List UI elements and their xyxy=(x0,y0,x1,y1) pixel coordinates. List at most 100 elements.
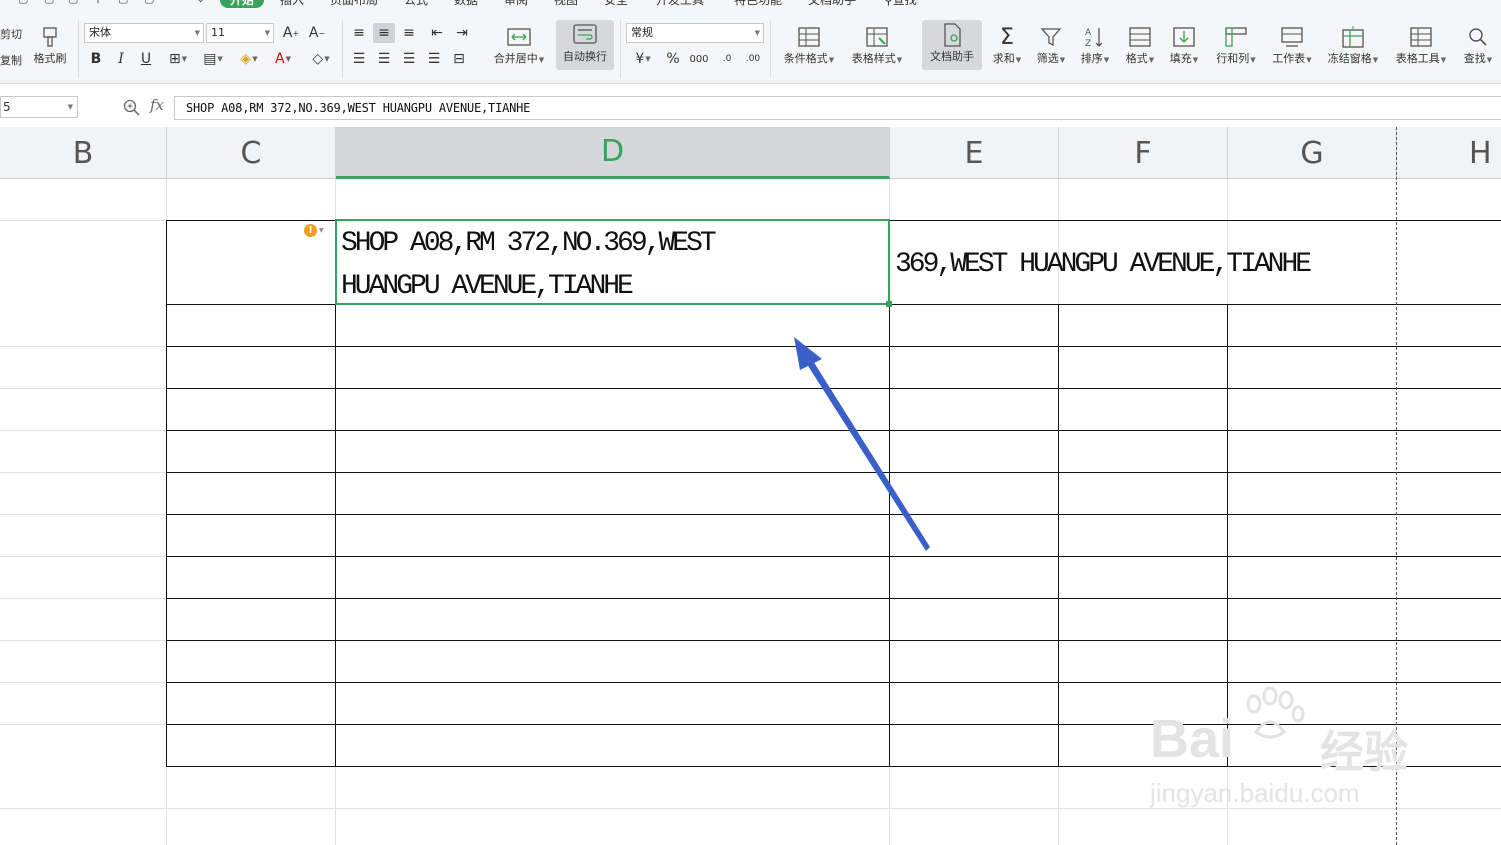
menu-bar: ▢ ▢ ▢ ⚲ ▢ ▢ ↶ ⌄ 开始 插入 页面布局 公式 数据 审阅 视图 安… xyxy=(0,0,1501,8)
print-icon[interactable]: ▢ xyxy=(118,0,128,5)
align-top-icon[interactable]: ≡ xyxy=(348,23,370,43)
wrap-text-icon xyxy=(572,20,598,50)
fill-icon xyxy=(1172,22,1196,52)
sort-icon: AZ xyxy=(1084,22,1106,52)
undo-icon[interactable]: ↶ xyxy=(170,0,179,5)
fill-color-icon[interactable]: ◈ ▼ xyxy=(234,49,264,69)
freeze-panes-icon xyxy=(1341,22,1365,52)
italic-icon[interactable]: I xyxy=(110,49,132,69)
tab-security[interactable]: 安全 xyxy=(604,0,628,8)
open-file-icon[interactable]: ▢ xyxy=(44,0,54,5)
chevron-down-icon: ▼ xyxy=(754,29,760,37)
sum-button[interactable]: Σ 求和▼ xyxy=(988,22,1026,67)
ribbon: ▢ ▢ ▢ ⚲ ▢ ▢ ↶ ⌄ 开始 插入 页面布局 公式 数据 审阅 视图 安… xyxy=(0,0,1501,84)
svg-text:Z: Z xyxy=(1085,39,1091,49)
ribbon-separator xyxy=(620,20,621,78)
align-center-icon[interactable]: ☰ xyxy=(373,49,395,69)
freeze-panes-button[interactable]: 冻结窗格▼ xyxy=(1322,22,1384,67)
formula-input[interactable]: SHOP A08,RM 372,NO.369,WEST HUANGPU AVEN… xyxy=(174,96,1501,120)
tab-data[interactable]: 数据 xyxy=(454,0,478,8)
number-format-select[interactable]: 常规 ▼ xyxy=(626,23,764,43)
justify-icon[interactable]: ☰ xyxy=(423,49,445,69)
tab-special[interactable]: 特色功能 xyxy=(734,0,782,8)
filter-button[interactable]: 筛选▼ xyxy=(1032,22,1070,67)
align-bottom-icon[interactable]: ≡ xyxy=(398,23,420,43)
bold-icon[interactable]: B xyxy=(85,49,107,69)
name-box[interactable]: 5 ▼ xyxy=(0,96,78,118)
chevron-down-icon: ▼ xyxy=(264,29,270,37)
decrease-decimal-icon[interactable]: .00 xyxy=(742,49,764,69)
formula-bar: 5 ▼ fx SHOP A08,RM 372,NO.369,WEST HUANGP… xyxy=(0,92,1501,124)
rows-columns-icon xyxy=(1224,22,1248,52)
tab-home[interactable]: 开始 xyxy=(220,0,265,8)
border-icon[interactable]: ⊞ ▼ xyxy=(163,49,193,69)
rows-columns-button[interactable]: 行和列▼ xyxy=(1210,22,1262,67)
tab-review[interactable]: 审阅 xyxy=(504,0,528,8)
save-icon[interactable]: ▢ xyxy=(68,0,78,5)
worksheet-button[interactable]: 工作表▼ xyxy=(1266,22,1318,67)
sigma-icon: Σ xyxy=(1000,24,1014,50)
cut-button[interactable]: 剪切 xyxy=(0,26,22,42)
find-button[interactable]: 查找▼ xyxy=(1456,22,1500,67)
align-left-icon[interactable]: ☰ xyxy=(348,49,370,69)
ribbon-separator xyxy=(770,20,771,78)
spreadsheet-grid[interactable]: B C D E F G H SHOP A08,RM 372,NO.369,WES… xyxy=(0,127,1501,845)
tab-formulas[interactable]: 公式 xyxy=(404,0,428,8)
brush-icon xyxy=(39,22,61,52)
underline-icon[interactable]: U xyxy=(135,49,157,69)
quick-access-dropdown-icon[interactable]: ⌄ xyxy=(196,0,205,5)
copy-button[interactable]: 复制 xyxy=(0,52,22,68)
clear-format-icon[interactable]: ◇ ▼ xyxy=(306,49,336,69)
wrap-text-button[interactable]: 自动换行 xyxy=(556,20,614,70)
table-tools-button[interactable]: 表格工具▼ xyxy=(1390,22,1452,67)
increase-font-icon[interactable]: A + xyxy=(280,23,302,43)
fill-button[interactable]: 填充▼ xyxy=(1164,22,1204,67)
ribbon-separator xyxy=(78,20,79,78)
font-name-select[interactable]: 宋体 ▼ xyxy=(84,23,204,43)
increase-decimal-icon[interactable]: .0 xyxy=(716,49,738,69)
cell-style-icon[interactable]: ▤ ▼ xyxy=(198,49,228,69)
font-color-icon[interactable]: A ▼ xyxy=(268,49,298,69)
baidu-watermark: Bai 经验 jingyan.baidu.com xyxy=(1150,686,1450,816)
fx-icon[interactable]: fx xyxy=(150,96,164,114)
filter-icon xyxy=(1040,22,1062,52)
table-style-button[interactable]: 表格样式▼ xyxy=(846,22,908,67)
zoom-icon[interactable] xyxy=(122,96,142,118)
conditional-format-button[interactable]: 条件格式▼ xyxy=(778,22,840,67)
decrease-font-icon[interactable]: A − xyxy=(306,23,328,43)
tab-insert[interactable]: 插入 xyxy=(280,0,304,8)
doc-assistant-icon xyxy=(941,20,963,50)
tab-page-layout[interactable]: 页面布局 xyxy=(330,0,378,8)
format-icon xyxy=(1128,22,1152,52)
search-icon: ⚲ xyxy=(884,0,893,7)
distribute-icon[interactable]: ⊟ xyxy=(448,49,470,69)
preview-icon[interactable]: ▢ xyxy=(144,0,154,5)
tab-view[interactable]: 视图 xyxy=(554,0,578,8)
menu-search[interactable]: ⚲查找 xyxy=(884,0,917,8)
thousands-separator-icon[interactable]: 000 xyxy=(688,49,710,69)
magnifier-icon xyxy=(1467,22,1489,52)
chevron-down-icon: ▼ xyxy=(194,29,200,37)
currency-icon[interactable]: ¥ ▼ xyxy=(628,49,658,69)
chevron-down-icon: ▼ xyxy=(67,103,73,111)
conditional-format-icon xyxy=(797,22,821,52)
paw-icon xyxy=(1246,686,1305,739)
svg-text:A: A xyxy=(1085,28,1092,38)
indent-increase-icon[interactable]: ⇥ xyxy=(451,23,473,43)
merge-center-button[interactable]: 合并居中▼ xyxy=(488,22,550,67)
format-button[interactable]: 格式▼ xyxy=(1120,22,1160,67)
align-middle-icon[interactable]: ≡ xyxy=(373,23,395,43)
format-painter-quick-icon[interactable]: ⚲ xyxy=(94,0,102,5)
new-file-icon[interactable]: ▢ xyxy=(18,0,28,5)
table-tools-icon xyxy=(1409,22,1433,52)
font-size-select[interactable]: 11 ▼ xyxy=(206,23,274,43)
tab-doc-assistant[interactable]: 文档助手 xyxy=(808,0,856,8)
sort-button[interactable]: AZ 排序▼ xyxy=(1076,22,1114,67)
worksheet-icon xyxy=(1280,22,1304,52)
format-painter-button[interactable]: 格式刷 xyxy=(30,22,70,66)
doc-assistant-button[interactable]: 文档助手 xyxy=(922,20,982,70)
percent-icon[interactable]: % xyxy=(662,49,684,69)
align-right-icon[interactable]: ☰ xyxy=(398,49,420,69)
indent-decrease-icon[interactable]: ⇤ xyxy=(426,23,448,43)
tab-developer[interactable]: 开发工具 xyxy=(656,0,704,8)
